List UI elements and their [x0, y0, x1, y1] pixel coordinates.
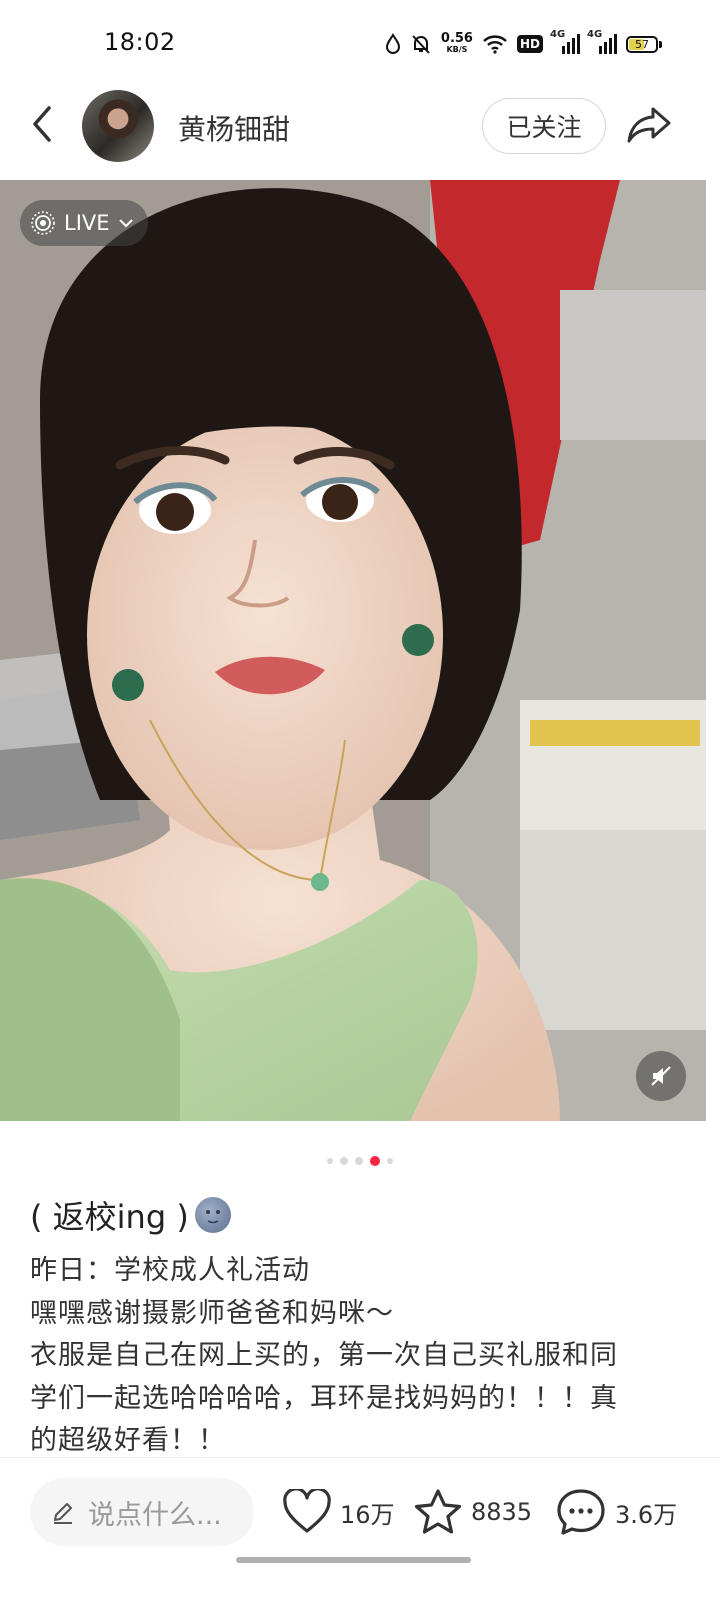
carousel-dot: [340, 1157, 348, 1165]
comment-button[interactable]: 3.6万: [555, 1484, 677, 1540]
battery-icon: 57: [626, 35, 662, 53]
note-body-line: 嘿嘿感谢摄影师爸爸和妈咪～: [30, 1297, 394, 1329]
hd-voice-badge: HD: [516, 35, 543, 53]
follow-button[interactable]: 已关注: [482, 98, 606, 154]
star-icon: [414, 1489, 462, 1534]
network-speed: 0.56 KB/S: [440, 31, 473, 54]
wifi-icon: [482, 34, 508, 54]
note-photo[interactable]: LIVE: [0, 180, 706, 1121]
author-name[interactable]: 黄杨钿甜: [178, 108, 290, 148]
live-label: LIVE: [64, 211, 110, 235]
carousel-dot: [355, 1157, 363, 1165]
note-body-line: 昨日：学校成人礼活动: [30, 1255, 310, 1286]
like-button[interactable]: 16万: [282, 1484, 395, 1540]
back-button[interactable]: [22, 104, 62, 144]
chevron-down-icon: [118, 219, 133, 228]
mute-button[interactable]: [636, 1051, 686, 1101]
carousel-dot: [387, 1158, 393, 1164]
live-photo-toggle[interactable]: LIVE: [20, 200, 148, 246]
collect-count: 8835: [471, 1498, 533, 1526]
note-body-line: 学们一起选哈哈哈哈，耳环是找妈妈的！！！真: [30, 1382, 618, 1414]
note-title-text: ( 返校ing ): [30, 1198, 189, 1236]
home-indicator[interactable]: [236, 1557, 471, 1563]
bell-muted-icon: [410, 33, 432, 55]
note-body: 昨日：学校成人礼活动 嘿嘿感谢摄影师爸爸和妈咪～ 衣服是自己在网上买的，第一次自…: [30, 1250, 670, 1463]
signal-icon-2: 4G: [587, 29, 617, 55]
carousel-indicator: [0, 1156, 720, 1166]
carousel-dot: [327, 1158, 333, 1164]
share-icon: [627, 107, 671, 143]
comment-placeholder: 说点什么...: [88, 1499, 222, 1531]
engagement-bar: 说点什么... 16万 8835 3.6万: [0, 1458, 720, 1568]
comment-count: 3.6万: [615, 1500, 678, 1529]
water-drop-icon: [385, 33, 401, 55]
status-bar: 18:02 0.56 KB/S HD 4G 4G 57: [0, 0, 720, 88]
note-header: 黄杨钿甜 已关注: [0, 88, 720, 180]
live-photo-icon: [31, 211, 55, 235]
battery-percent: 57: [635, 37, 649, 51]
pencil-icon: [54, 1503, 72, 1524]
share-button[interactable]: [624, 102, 674, 148]
comment-bubble-icon: [557, 1489, 605, 1535]
note-body-line: 衣服是自己在网上买的，第一次自己买礼服和同: [30, 1340, 618, 1371]
carousel-dot-active: [370, 1156, 380, 1166]
new-moon-face-icon: [194, 1197, 231, 1233]
comment-input[interactable]: 说点什么...: [30, 1478, 254, 1546]
collect-button[interactable]: 8835: [413, 1484, 532, 1540]
photo-image: [0, 180, 706, 1121]
speaker-muted-icon: [651, 1066, 671, 1086]
signal-icon: 4G: [550, 29, 580, 55]
status-time: 18:02: [104, 28, 176, 56]
heart-icon: [283, 1489, 331, 1533]
status-icons: 0.56 KB/S HD 4G 4G 57: [385, 29, 662, 58]
note-title: ( 返校ing ): [30, 1192, 231, 1238]
chevron-left-icon: [33, 106, 51, 142]
author-avatar[interactable]: [82, 90, 154, 162]
like-count: 16万: [340, 1500, 395, 1529]
